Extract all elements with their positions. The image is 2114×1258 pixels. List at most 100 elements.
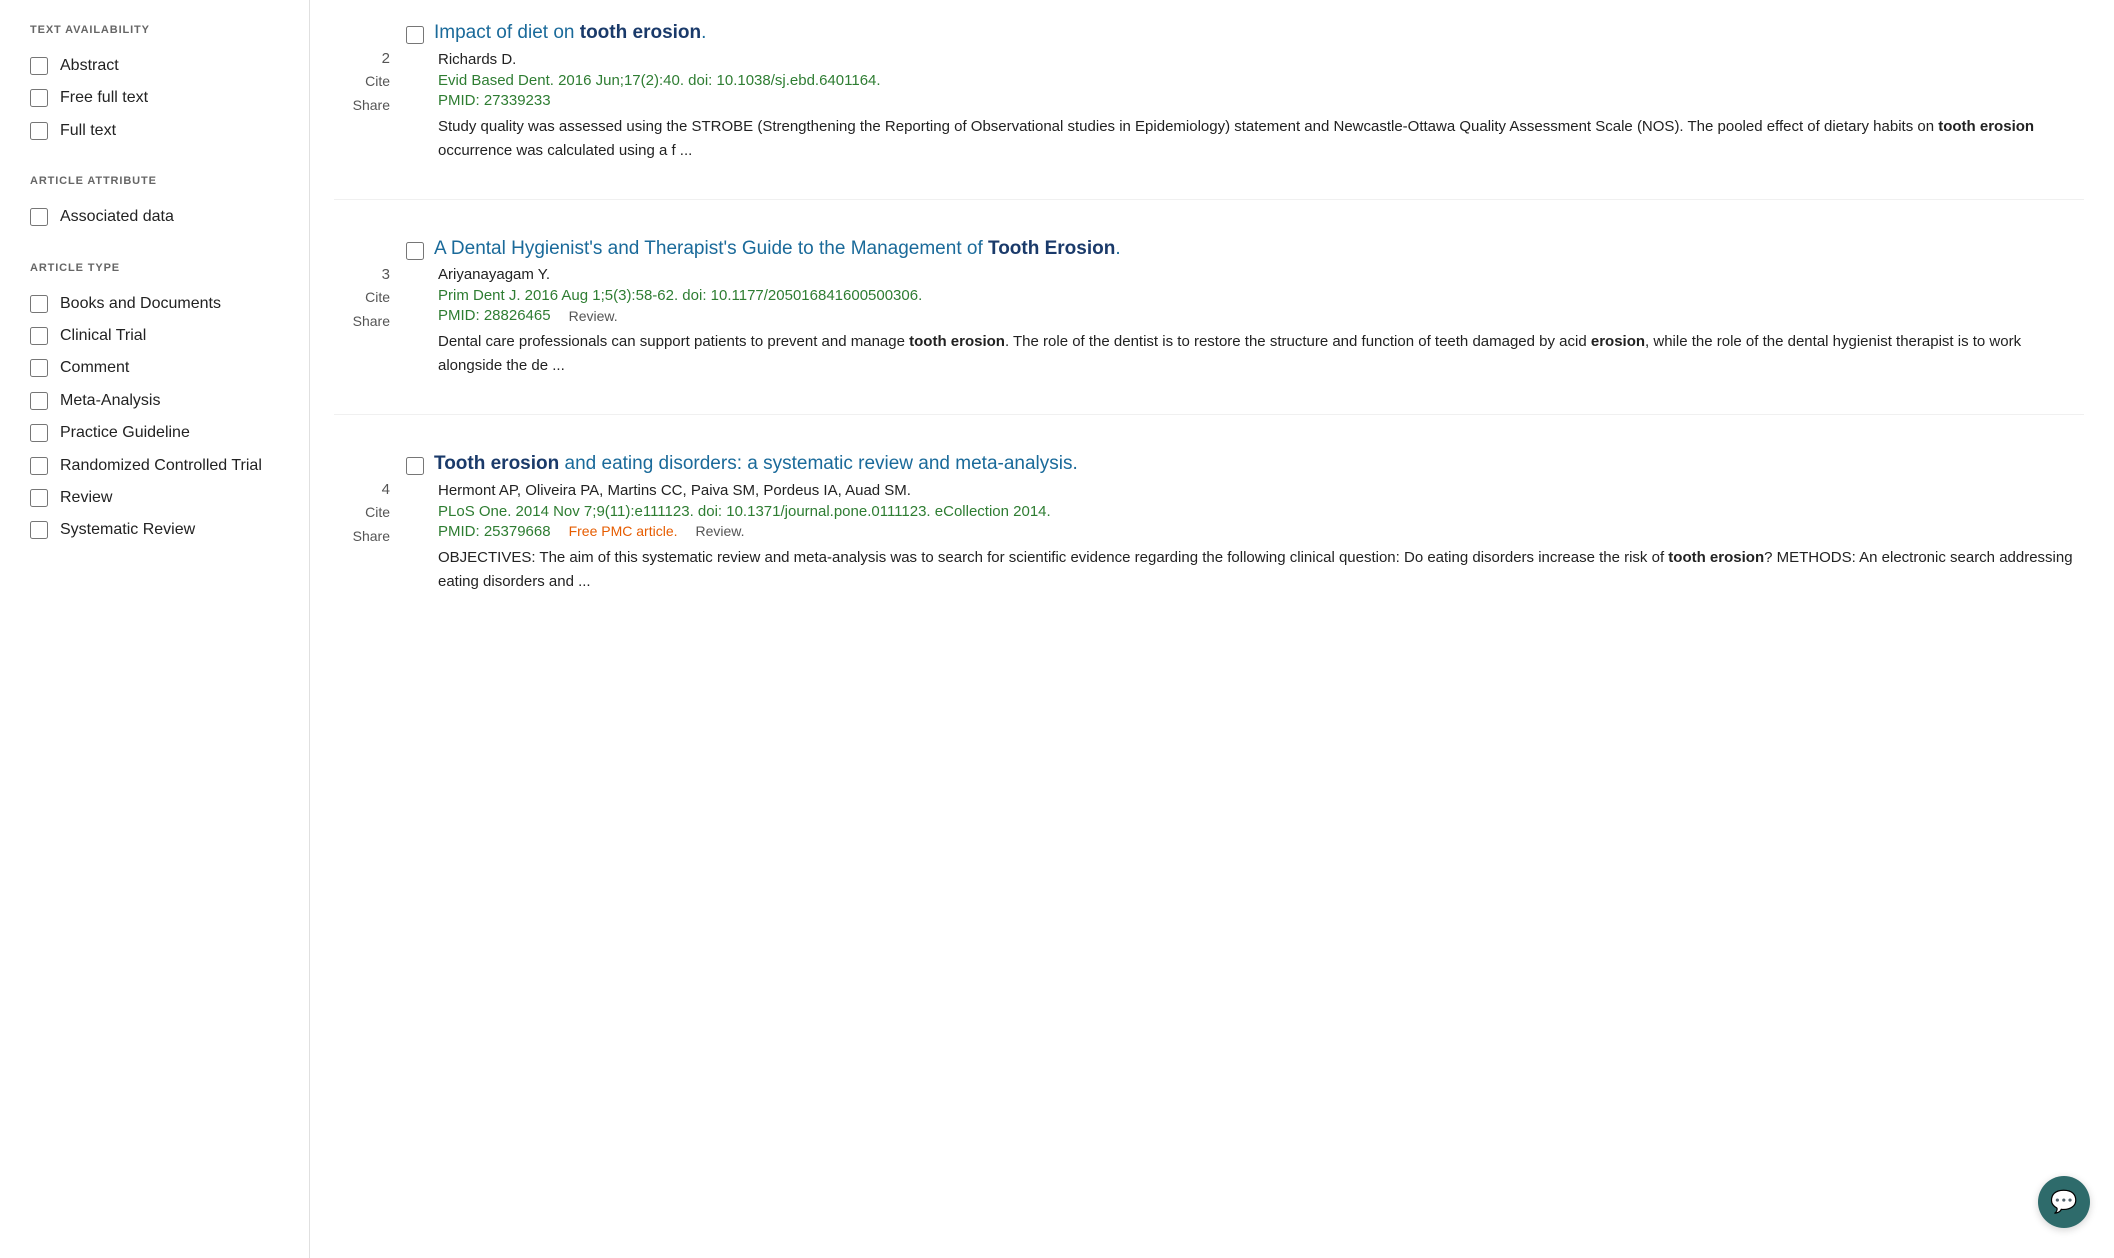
- result-3-title-end: and eating disorders: a systematic revie…: [559, 453, 1078, 474]
- result-2-content: A Dental Hygienist's and Therapist's Gui…: [390, 236, 2084, 379]
- filter-abstract[interactable]: Abstract: [30, 50, 289, 82]
- systematic-review-checkbox[interactable]: [30, 521, 48, 539]
- full-text-label[interactable]: Full text: [60, 120, 116, 142]
- filter-randomized-controlled-trial[interactable]: Randomized Controlled Trial: [30, 450, 289, 482]
- review-checkbox[interactable]: [30, 489, 48, 507]
- feedback-icon: 💬: [2050, 1189, 2077, 1215]
- clinical-trial-checkbox[interactable]: [30, 327, 48, 345]
- filter-systematic-review[interactable]: Systematic Review: [30, 514, 289, 546]
- result-1-pmid-row: PMID: 27339233: [438, 92, 2084, 109]
- free-full-text-label[interactable]: Free full text: [60, 87, 148, 109]
- review-label[interactable]: Review: [60, 487, 112, 509]
- practice-guideline-label[interactable]: Practice Guideline: [60, 422, 190, 444]
- result-2-checkbox[interactable]: [406, 242, 424, 260]
- clinical-trial-label[interactable]: Clinical Trial: [60, 325, 146, 347]
- result-item-2: 3 Cite Share A Dental Hygienist's and Th…: [334, 236, 2084, 416]
- text-availability-label: TEXT AVAILABILITY: [30, 24, 289, 36]
- result-2-actions: 3 Cite Share: [334, 236, 390, 329]
- filter-comment[interactable]: Comment: [30, 352, 289, 384]
- result-1-content: Impact of diet on tooth erosion. Richard…: [390, 20, 2084, 163]
- result-1-authors: Richards D.: [438, 51, 2084, 68]
- result-3-pmid: PMID: 25379668: [438, 523, 551, 540]
- result-1-number: 2: [382, 50, 390, 67]
- result-3-journal: PLoS One. 2014 Nov 7;9(11):e111123. doi:…: [438, 503, 2084, 520]
- filter-associated-data[interactable]: Associated data: [30, 201, 289, 233]
- result-1-share[interactable]: Share: [353, 97, 390, 113]
- filter-books-documents[interactable]: Books and Documents: [30, 288, 289, 320]
- result-2-authors: Ariyanayagam Y.: [438, 266, 2084, 283]
- result-2-abstract-bold2: erosion: [1591, 333, 1645, 350]
- result-1-title[interactable]: Impact of diet on tooth erosion.: [434, 20, 706, 47]
- result-3-abstract-bold: tooth erosion: [1668, 549, 1764, 566]
- comment-label[interactable]: Comment: [60, 357, 129, 379]
- result-2-title[interactable]: A Dental Hygienist's and Therapist's Gui…: [434, 236, 1121, 263]
- article-attribute-filters: Associated data: [30, 201, 289, 233]
- results-panel: 2 Cite Share Impact of diet on tooth ero…: [310, 0, 2114, 1258]
- article-attribute-section: ARTICLE ATTRIBUTE Associated data: [30, 175, 289, 233]
- result-2-cite[interactable]: Cite: [365, 289, 390, 305]
- filter-meta-analysis[interactable]: Meta-Analysis: [30, 385, 289, 417]
- feedback-button[interactable]: 💬: [2038, 1176, 2090, 1228]
- result-1-cite[interactable]: Cite: [365, 73, 390, 89]
- result-2-title-bold: Tooth Erosion: [988, 238, 1115, 259]
- books-documents-checkbox[interactable]: [30, 295, 48, 313]
- practice-guideline-checkbox[interactable]: [30, 424, 48, 442]
- result-2-number: 3: [382, 266, 390, 283]
- associated-data-label[interactable]: Associated data: [60, 206, 174, 228]
- result-1-checkbox[interactable]: [406, 26, 424, 44]
- result-1-title-bold: tooth erosion: [580, 22, 701, 43]
- comment-checkbox[interactable]: [30, 359, 48, 377]
- result-2-badge-review: Review.: [569, 308, 618, 324]
- result-3-title-bold: Tooth erosion: [434, 453, 559, 474]
- result-3-share[interactable]: Share: [353, 528, 390, 544]
- text-availability-filters: Abstract Free full text Full text: [30, 50, 289, 147]
- result-2-title-end: .: [1115, 238, 1120, 259]
- meta-analysis-label[interactable]: Meta-Analysis: [60, 390, 160, 412]
- filter-clinical-trial[interactable]: Clinical Trial: [30, 320, 289, 352]
- result-2-title-plain: A Dental Hygienist's and Therapist's Gui…: [434, 238, 988, 259]
- filter-practice-guideline[interactable]: Practice Guideline: [30, 417, 289, 449]
- result-3-abstract: OBJECTIVES: The aim of this systematic r…: [438, 546, 2084, 594]
- result-3-authors: Hermont AP, Oliveira PA, Martins CC, Pai…: [438, 482, 2084, 499]
- result-2-pmid: PMID: 28826465: [438, 307, 551, 324]
- result-1-title-plain: Impact of diet on: [434, 22, 580, 43]
- result-2-share[interactable]: Share: [353, 313, 390, 329]
- result-2-abstract-text: Dental care professionals can support pa…: [438, 333, 909, 350]
- result-2-abstract-bold: tooth erosion: [909, 333, 1005, 350]
- full-text-checkbox[interactable]: [30, 122, 48, 140]
- text-availability-section: TEXT AVAILABILITY Abstract Free full tex…: [30, 24, 289, 147]
- result-1-abstract-bold: tooth erosion: [1938, 118, 2034, 135]
- abstract-label[interactable]: Abstract: [60, 55, 119, 77]
- systematic-review-label[interactable]: Systematic Review: [60, 519, 195, 541]
- filter-free-full-text[interactable]: Free full text: [30, 82, 289, 114]
- result-2-abstract-mid: . The role of the dentist is to restore …: [1005, 333, 1591, 350]
- rct-checkbox[interactable]: [30, 457, 48, 475]
- result-item-3: 4 Cite Share Tooth erosion and eating di…: [334, 451, 2084, 630]
- rct-label[interactable]: Randomized Controlled Trial: [60, 455, 262, 477]
- result-1-abstract: Study quality was assessed using the STR…: [438, 115, 2084, 163]
- result-3-checkbox[interactable]: [406, 457, 424, 475]
- result-3-badge-free-pmc: Free PMC article.: [569, 523, 678, 539]
- result-3-title[interactable]: Tooth erosion and eating disorders: a sy…: [434, 451, 1078, 478]
- result-1-abstract-end: occurrence was calculated using a f ...: [438, 142, 692, 159]
- result-3-number: 4: [382, 481, 390, 498]
- books-documents-label[interactable]: Books and Documents: [60, 293, 221, 315]
- result-3-pmid-row: PMID: 25379668 Free PMC article. Review.: [438, 523, 2084, 540]
- abstract-checkbox[interactable]: [30, 57, 48, 75]
- result-1-abstract-text: Study quality was assessed using the STR…: [438, 118, 1938, 135]
- result-3-abstract-text: OBJECTIVES: The aim of this systematic r…: [438, 549, 1668, 566]
- result-2-pmid-row: PMID: 28826465 Review.: [438, 307, 2084, 324]
- result-3-actions: 4 Cite Share: [334, 451, 390, 544]
- meta-analysis-checkbox[interactable]: [30, 392, 48, 410]
- result-3-badge-review: Review.: [696, 523, 745, 539]
- result-1-journal: Evid Based Dent. 2016 Jun;17(2):40. doi:…: [438, 72, 2084, 89]
- filter-full-text[interactable]: Full text: [30, 115, 289, 147]
- sidebar: TEXT AVAILABILITY Abstract Free full tex…: [0, 0, 310, 1258]
- filter-review[interactable]: Review: [30, 482, 289, 514]
- article-attribute-label: ARTICLE ATTRIBUTE: [30, 175, 289, 187]
- result-3-content: Tooth erosion and eating disorders: a sy…: [390, 451, 2084, 594]
- free-full-text-checkbox[interactable]: [30, 89, 48, 107]
- result-1-actions: 2 Cite Share: [334, 20, 390, 113]
- associated-data-checkbox[interactable]: [30, 208, 48, 226]
- result-3-cite[interactable]: Cite: [365, 504, 390, 520]
